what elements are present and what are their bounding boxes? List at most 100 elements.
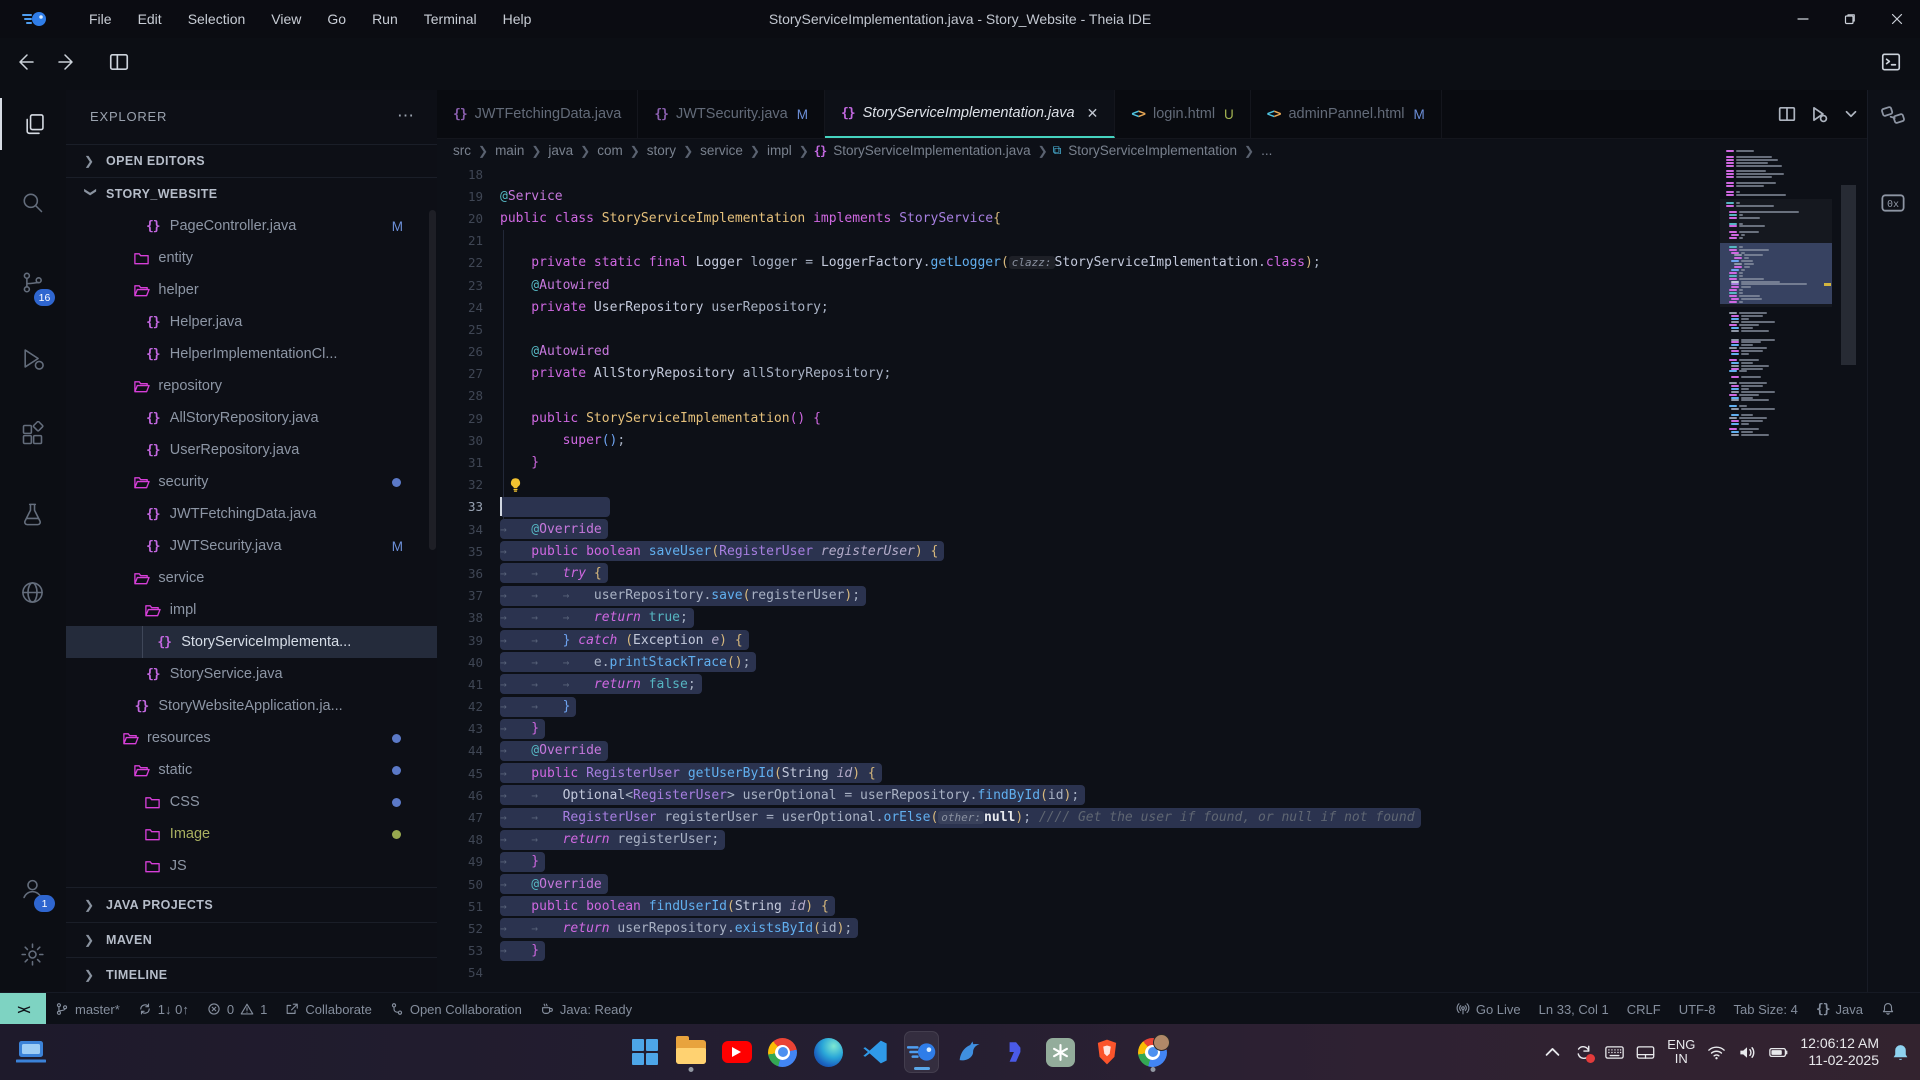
tab-storyserviceimplementation-java[interactable]: {}StoryServiceImplementation.java✕ bbox=[825, 90, 1115, 138]
code-line[interactable]: 26@Autowired bbox=[437, 341, 1832, 363]
breadcrumb-symbol[interactable]: StoryServiceImplementation bbox=[1068, 143, 1237, 158]
code-line[interactable]: 22private static final Logger logger = L… bbox=[437, 252, 1832, 274]
menu-terminal[interactable]: Terminal bbox=[411, 0, 490, 38]
code-line[interactable]: 38→→→return true; bbox=[437, 607, 1832, 629]
code-line[interactable]: 33 bbox=[437, 496, 1832, 518]
taskbar-explorer-icon[interactable] bbox=[674, 1032, 707, 1072]
activity-extensions-icon[interactable] bbox=[0, 408, 64, 460]
breadcrumb-file[interactable]: StoryServiceImplementation.java bbox=[833, 143, 1030, 158]
tab-login-html[interactable]: <>login.htmlU bbox=[1115, 90, 1250, 138]
open-editors-section[interactable]: ❯ OPEN EDITORS bbox=[66, 144, 437, 178]
tree-item-image[interactable]: Image bbox=[66, 818, 437, 850]
tree-item-userrepository-java[interactable]: {}UserRepository.java bbox=[66, 434, 437, 466]
taskbar-edge-icon[interactable] bbox=[812, 1032, 845, 1072]
tree-item-pagecontroller-java[interactable]: {}PageController.javaM bbox=[66, 210, 437, 242]
toggle-panel-icon[interactable] bbox=[1880, 51, 1906, 77]
split-editor-icon[interactable] bbox=[1778, 105, 1796, 123]
tray-touchpad-icon[interactable] bbox=[1636, 1043, 1655, 1062]
status-go-live[interactable]: Go Live bbox=[1447, 993, 1530, 1025]
activity-browser-icon[interactable] bbox=[0, 566, 64, 618]
status-java[interactable]: {}Java bbox=[1807, 993, 1872, 1025]
tray-clock[interactable]: 12:06:12 AM11-02-2025 bbox=[1800, 1035, 1879, 1069]
status-crlf[interactable]: CRLF bbox=[1618, 993, 1670, 1025]
code-line[interactable]: 45→public RegisterUser getUserById(Strin… bbox=[437, 762, 1832, 784]
editor-scrollbar[interactable] bbox=[1832, 140, 1868, 992]
activity-search-icon[interactable] bbox=[0, 176, 64, 228]
menu-view[interactable]: View bbox=[258, 0, 314, 38]
code-line[interactable]: 19@Service bbox=[437, 185, 1832, 207]
workspace-section[interactable]: ❯ STORY_WEBSITE bbox=[66, 178, 437, 210]
section-maven[interactable]: ❯MAVEN bbox=[66, 922, 437, 957]
tree-item-css[interactable]: CSS bbox=[66, 786, 437, 818]
breadcrumb-item[interactable]: com bbox=[597, 143, 623, 158]
code-line[interactable]: 18 bbox=[437, 163, 1832, 185]
tray-notification-bell-icon[interactable] bbox=[1891, 1043, 1910, 1062]
taskbar-dolphin-icon[interactable] bbox=[952, 1032, 985, 1072]
run-debug-icon[interactable] bbox=[1810, 105, 1828, 123]
section-java-projects[interactable]: ❯JAVA PROJECTS bbox=[66, 887, 437, 922]
tray-battery-icon[interactable] bbox=[1769, 1043, 1788, 1062]
menu-selection[interactable]: Selection bbox=[175, 0, 259, 38]
activity-settings-icon[interactable] bbox=[0, 928, 64, 980]
tree-item-allstoryrepository-java[interactable]: {}AllStoryRepository.java bbox=[66, 402, 437, 434]
status-collaborate[interactable]: Collaborate bbox=[276, 993, 381, 1025]
section-timeline[interactable]: ❯TIMELINE bbox=[66, 957, 437, 992]
collaboration-share-icon[interactable] bbox=[1880, 102, 1908, 130]
taskbar-chrome-profile-icon[interactable] bbox=[1136, 1032, 1169, 1072]
tree-item-storywebsiteapplication-ja-[interactable]: {}StoryWebsiteApplication.ja... bbox=[66, 690, 437, 722]
close-button[interactable] bbox=[1873, 0, 1920, 38]
breadcrumb-item[interactable]: src bbox=[453, 143, 471, 158]
remote-indicator[interactable]: >< bbox=[0, 993, 46, 1025]
tree-item-service[interactable]: service bbox=[66, 562, 437, 594]
scrollbar-thumb[interactable] bbox=[1841, 185, 1856, 365]
code-line[interactable]: 25 bbox=[437, 318, 1832, 340]
code-editor[interactable]: 1819@Service20public class StoryServiceI… bbox=[437, 163, 1832, 992]
breadcrumb[interactable]: src❯main❯java❯com❯story❯service❯impl❯{}S… bbox=[437, 138, 1720, 163]
taskbar-chatgpt-icon[interactable] bbox=[1044, 1032, 1077, 1072]
code-line[interactable]: 41→→→return false; bbox=[437, 673, 1832, 695]
taskbar-brave-icon[interactable] bbox=[1090, 1032, 1123, 1072]
tree-item-storyservice-java[interactable]: {}StoryService.java bbox=[66, 658, 437, 690]
taskbar-start-icon[interactable] bbox=[628, 1032, 661, 1072]
tray-chevron-up-icon[interactable] bbox=[1543, 1043, 1562, 1062]
code-line[interactable]: 40→→→e.printStackTrace(); bbox=[437, 651, 1832, 673]
status-master-[interactable]: master* bbox=[46, 993, 129, 1025]
status-open-collaboration[interactable]: Open Collaboration bbox=[381, 993, 531, 1025]
menu-edit[interactable]: Edit bbox=[125, 0, 175, 38]
status-bell[interactable] bbox=[1872, 993, 1904, 1025]
tree-item-static[interactable]: static bbox=[66, 754, 437, 786]
code-line[interactable]: 28 bbox=[437, 385, 1832, 407]
chevron-down-icon[interactable] bbox=[1842, 105, 1860, 123]
activity-run-debug-icon[interactable] bbox=[0, 332, 64, 384]
tree-item-storyserviceimplementa-[interactable]: {}StoryServiceImplementa... bbox=[66, 626, 437, 658]
tab-adminpannel-html[interactable]: <>adminPannel.htmlM bbox=[1251, 90, 1442, 138]
code-line[interactable]: 36→→try { bbox=[437, 562, 1832, 584]
tree-item-security[interactable]: security bbox=[66, 466, 437, 498]
tree-item-entity[interactable]: entity bbox=[66, 242, 437, 274]
breadcrumb-item[interactable]: service bbox=[700, 143, 743, 158]
memory-inspector-icon[interactable]: 0x bbox=[1880, 190, 1908, 218]
tree-item-resources[interactable]: resources bbox=[66, 722, 437, 754]
code-line[interactable]: 42→→} bbox=[437, 696, 1832, 718]
code-line[interactable]: 34→@Override bbox=[437, 518, 1832, 540]
split-layout-icon[interactable] bbox=[108, 51, 134, 77]
tree-item-helperimplementationcl-[interactable]: {}HelperImplementationCl... bbox=[66, 338, 437, 370]
minimize-button[interactable] bbox=[1779, 0, 1826, 38]
code-line[interactable]: 30super(); bbox=[437, 429, 1832, 451]
restore-button[interactable] bbox=[1826, 0, 1873, 38]
activity-account-icon[interactable]: 1 bbox=[0, 862, 64, 914]
sidebar-scrollbar[interactable] bbox=[429, 210, 436, 550]
tree-item-helper[interactable]: helper bbox=[66, 274, 437, 306]
code-line[interactable]: 29public StoryServiceImplementation() { bbox=[437, 407, 1832, 429]
breadcrumb-item[interactable]: java bbox=[548, 143, 573, 158]
breadcrumb-item[interactable]: impl bbox=[767, 143, 792, 158]
tree-item-helper-java[interactable]: {}Helper.java bbox=[66, 306, 437, 338]
tree-item-impl[interactable]: impl bbox=[66, 594, 437, 626]
tree-item-repository[interactable]: repository bbox=[66, 370, 437, 402]
code-line[interactable]: 50→@Override bbox=[437, 873, 1832, 895]
taskbar-copilot-icon[interactable] bbox=[998, 1032, 1031, 1072]
code-line[interactable]: 52→→return userRepository.existsById(id)… bbox=[437, 917, 1832, 939]
taskbar-youtube-icon[interactable] bbox=[720, 1032, 753, 1072]
code-line[interactable]: 44→@Override bbox=[437, 740, 1832, 762]
code-line[interactable]: 54 bbox=[437, 962, 1832, 984]
